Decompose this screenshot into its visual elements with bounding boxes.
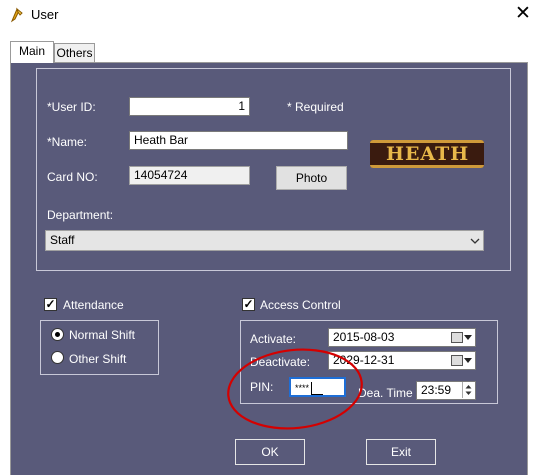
calendar-icon[interactable]	[451, 332, 463, 343]
card-no-label: Card NO:	[47, 170, 98, 184]
exit-button-label: Exit	[390, 445, 411, 459]
card-no-value: 14054724	[134, 168, 188, 182]
time-spinner[interactable]	[462, 382, 473, 398]
card-no-field[interactable]: 14054724	[129, 166, 250, 185]
tab-main[interactable]: Main	[10, 41, 54, 63]
photo-image: HEATH	[370, 140, 484, 168]
tab-others[interactable]: Others	[54, 43, 95, 63]
dropdown-arrow-icon[interactable]	[464, 335, 472, 340]
access-control-label: Access Control	[260, 298, 341, 312]
exit-button[interactable]: Exit	[366, 439, 436, 465]
dea-time-label: Dea. Time	[358, 386, 413, 400]
dea-time-value: 23:59	[421, 383, 452, 397]
photo-button-label: Photo	[295, 171, 328, 185]
window-title: User	[31, 7, 59, 22]
user-id-label: *User ID:	[47, 100, 96, 114]
other-shift-radio[interactable]	[51, 351, 64, 364]
attendance-label: Attendance	[63, 298, 124, 312]
radio-selected-dot	[55, 332, 60, 337]
activate-label: Activate:	[250, 332, 297, 346]
name-value: Heath Bar	[134, 133, 189, 147]
access-control-checkbox[interactable]: ✓	[242, 298, 255, 311]
attendance-checkbox[interactable]: ✓	[44, 298, 57, 311]
tab-main-label: Main	[18, 44, 45, 58]
user-id-field[interactable]: 1	[129, 97, 250, 116]
dropdown-arrow-icon[interactable]	[464, 358, 472, 363]
title-bar: User ✕	[0, 0, 538, 30]
user-app-icon	[10, 7, 23, 23]
activate-date-picker[interactable]: 2015-08-03	[328, 328, 476, 347]
ok-button-label: OK	[261, 445, 279, 459]
department-label: Department:	[47, 208, 114, 222]
name-label: *Name:	[47, 135, 88, 149]
dea-time-field[interactable]: 23:59	[416, 381, 476, 400]
chevron-down-icon	[470, 238, 480, 244]
name-field[interactable]: Heath Bar	[129, 131, 348, 150]
calendar-icon[interactable]	[451, 355, 463, 366]
tab-others-label: Others	[56, 46, 93, 60]
close-icon[interactable]: ✕	[512, 4, 534, 26]
normal-shift-label: Normal Shift	[69, 328, 136, 342]
ok-button[interactable]: OK	[235, 439, 305, 465]
photo-logo-text: HEATH	[386, 143, 470, 165]
user-id-value: 1	[238, 99, 245, 113]
activate-value: 2015-08-03	[333, 330, 395, 344]
spin-arrows-icon	[465, 385, 472, 395]
normal-shift-radio[interactable]	[51, 328, 64, 341]
department-select[interactable]: Staff	[45, 230, 484, 251]
required-note: * Required	[287, 100, 344, 114]
department-value: Staff	[50, 233, 75, 247]
annotation-circle	[227, 348, 363, 430]
other-shift-label: Other Shift	[69, 352, 127, 366]
photo-button[interactable]: Photo	[276, 166, 347, 190]
